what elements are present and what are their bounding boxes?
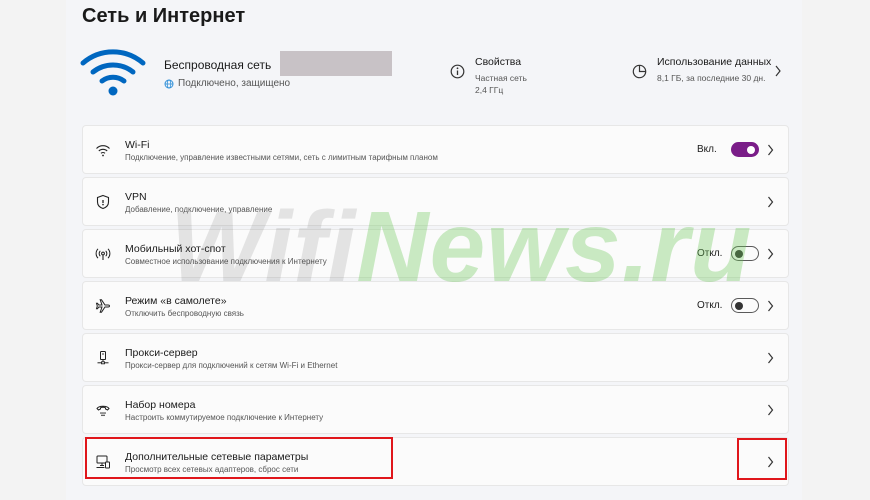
- hotspot-state-label: Откл.: [697, 248, 723, 259]
- properties-title: Свойства: [475, 56, 522, 68]
- data-usage-link[interactable]: Использование данных 8,1 ГБ, за последни…: [632, 56, 771, 84]
- airplane-state-label: Откл.: [697, 300, 723, 311]
- chevron-right-icon: [768, 404, 774, 416]
- airplane-icon: [95, 299, 111, 313]
- wifi-toggle[interactable]: [731, 142, 759, 157]
- page-title: Сеть и Интернет: [82, 5, 246, 27]
- row-subtitle: Подключение, управление известными сетям…: [125, 153, 438, 162]
- network-status: Подключено, защищено: [164, 78, 290, 89]
- row-title: Мобильный хот-спот: [125, 243, 226, 255]
- data-usage-title: Использование данных: [657, 56, 772, 68]
- settings-row-dialup[interactable]: Набор номера Настроить коммутируемое под…: [82, 385, 789, 434]
- row-subtitle: Отключить беспроводную связь: [125, 309, 244, 318]
- shield-icon: [96, 194, 110, 210]
- network-header: Беспроводная сеть Подключено, защищено С…: [0, 40, 870, 110]
- row-subtitle: Добавление, подключение, управление: [125, 205, 273, 214]
- chevron-right-icon: [768, 248, 774, 260]
- highlight-box-advanced-label: [85, 437, 393, 479]
- network-status-text: Подключено, защищено: [178, 78, 291, 89]
- chevron-right-icon: [768, 300, 774, 312]
- row-title: Прокси-сервер: [125, 347, 198, 359]
- properties-band: 2,4 ГГц: [475, 85, 504, 95]
- properties-link[interactable]: Свойства Частная сеть 2,4 ГГц: [450, 56, 527, 96]
- settings-row-vpn[interactable]: VPN Добавление, подключение, управление: [82, 177, 789, 226]
- wifi-icon: [96, 145, 110, 157]
- redacted-ssid: [280, 51, 392, 76]
- dialup-icon: [96, 405, 110, 417]
- row-title: Набор номера: [125, 399, 196, 411]
- highlight-box-advanced-chevron: [737, 438, 787, 480]
- wifi-large-icon: [80, 49, 146, 96]
- settings-row-airplane-mode[interactable]: Режим «в самолете» Отключить беспроводну…: [82, 281, 789, 330]
- airplane-toggle[interactable]: [731, 298, 759, 313]
- settings-row-hotspot[interactable]: Мобильный хот-спот Совместное использова…: [82, 229, 789, 278]
- properties-network-type: Частная сеть: [475, 73, 527, 83]
- settings-list: Wi-Fi Подключение, управление известными…: [82, 125, 789, 489]
- chevron-right-icon: [768, 144, 774, 156]
- info-icon: [450, 64, 465, 79]
- row-subtitle: Совместное использование подключения к И…: [125, 257, 327, 266]
- network-name: Беспроводная сеть: [164, 58, 272, 72]
- data-usage-sub: 8,1 ГБ, за последние 30 дн.: [657, 73, 766, 83]
- chevron-right-icon: [768, 196, 774, 208]
- globe-icon: [164, 79, 174, 88]
- row-title: VPN: [125, 191, 147, 203]
- hotspot-icon: [95, 248, 111, 260]
- chevron-right-icon: [775, 65, 781, 77]
- pie-chart-icon: [632, 64, 647, 79]
- settings-row-proxy[interactable]: Прокси-сервер Прокси-сервер для подключе…: [82, 333, 789, 382]
- proxy-icon: [97, 351, 109, 365]
- row-subtitle: Настроить коммутируемое подключение к Ин…: [125, 413, 324, 422]
- chevron-right-icon: [768, 352, 774, 364]
- row-title: Режим «в самолете»: [125, 295, 227, 307]
- wifi-state-label: Вкл.: [697, 144, 717, 155]
- settings-row-wifi[interactable]: Wi-Fi Подключение, управление известными…: [82, 125, 789, 174]
- row-subtitle: Прокси-сервер для подключений к сетям Wi…: [125, 361, 338, 370]
- hotspot-toggle[interactable]: [731, 246, 759, 261]
- row-title: Wi-Fi: [125, 139, 150, 151]
